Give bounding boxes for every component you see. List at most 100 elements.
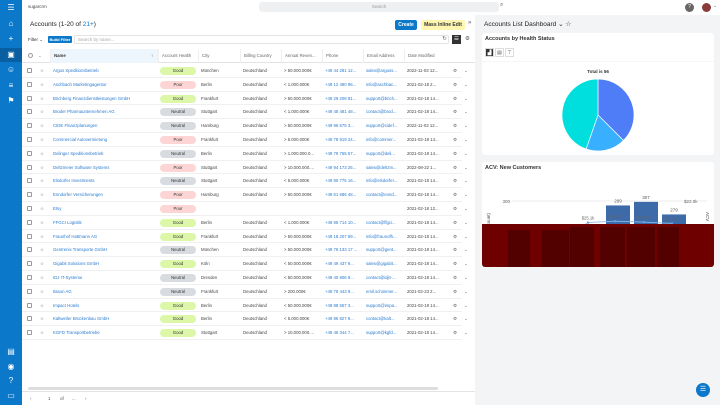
name-link[interactable]: IDJ IT-Systeme [53, 271, 158, 285]
star-icon[interactable]: ☆ [40, 312, 44, 326]
line-point[interactable] [613, 219, 617, 223]
name-link[interactable]: Broder Pharmaunternehmen AG [53, 105, 158, 119]
global-search-input[interactable]: Search [259, 2, 499, 12]
chevron-down-icon[interactable]: ⌄ [464, 174, 468, 188]
list-view-icon[interactable]: ☰ [452, 35, 461, 44]
row-checkbox[interactable] [27, 206, 32, 211]
email-link[interactable]: emil.schimmer... [366, 285, 404, 299]
table-row[interactable]: ☆ Kaltweiler Brückenbau GmbH Good Berlin Deu… [22, 312, 468, 327]
email-link[interactable]: contact@idjit-... [366, 271, 404, 285]
star-icon[interactable]: ☆ [40, 257, 44, 271]
column-header-annual-reven-[interactable]: Annual Reven... [281, 49, 322, 63]
avatar[interactable] [702, 3, 711, 12]
gear-icon[interactable]: ⚙ [453, 257, 457, 271]
star-icon[interactable]: ☆ [40, 174, 44, 188]
menu-icon[interactable]: ☰ [0, 1, 22, 15]
column-header-name[interactable]: Name [50, 49, 158, 63]
phone-link[interactable] [325, 202, 363, 216]
name-link[interactable]: Commercial Autovermietung [53, 133, 158, 147]
search-icon[interactable]: ⌕ [500, 2, 503, 9]
horizontal-scrollbar[interactable] [28, 387, 438, 390]
star-icon[interactable]: ☆ [40, 105, 44, 119]
email-link[interactable]: support@impa... [366, 299, 404, 313]
chevron-down-icon[interactable]: ⌄ [464, 271, 468, 285]
gear-icon[interactable]: ⚙ [453, 133, 457, 147]
star-icon[interactable]: ☆ [40, 243, 44, 257]
chevron-down-icon[interactable]: ⌄ [464, 285, 468, 299]
phone-link[interactable]: +49 88 557 3... [325, 299, 363, 313]
opportunities-icon[interactable]: ⚑ [0, 94, 22, 108]
star-icon[interactable]: ☆ [40, 188, 44, 202]
table-row[interactable]: ☆ IDJ IT-Systeme Neutral Dresden Deutschland… [22, 271, 468, 285]
chevron-down-icon[interactable]: ⌄ [713, 3, 717, 9]
chevron-down-icon[interactable]: ⌄ [464, 257, 468, 271]
column-header-email-address[interactable]: Email Address [363, 49, 404, 63]
gear-icon[interactable]: ⚙ [453, 299, 457, 313]
chevron-down-icon[interactable]: ⌄ [464, 243, 468, 257]
table-row[interactable]: ☆ Delinger Speditionsbetrieb Neutral Berlin… [22, 147, 468, 161]
row-checkbox[interactable] [27, 275, 32, 280]
chevron-down-icon[interactable]: ⌄ [464, 188, 468, 202]
table-row[interactable]: ☆ Elsdorfer Investments Neutral Stuttgart De… [22, 174, 468, 189]
name-link[interactable]: CIDE Finanzplanungen [53, 119, 158, 133]
gear-icon[interactable]: ⚙ [453, 105, 457, 119]
row-checkbox[interactable] [27, 137, 32, 142]
chevron-down-icon[interactable]: ⌄ [464, 133, 468, 147]
star-icon[interactable]: ☆ [40, 147, 44, 161]
documents-icon[interactable]: ▤ [0, 345, 22, 359]
chevron-down-icon[interactable]: ⌄ [464, 161, 468, 175]
gear-icon[interactable]: ⚙ [453, 312, 457, 326]
row-checkbox[interactable] [27, 81, 32, 87]
table-row[interactable]: ☆ Etsy Poor 2021-02-18 12... ⚙ ⌄ [22, 202, 468, 216]
row-checkbox[interactable] [27, 330, 32, 336]
table-row[interactable]: ☆ Impact Hotels Good Berlin Deutschland < 50.… [22, 299, 468, 313]
chevron-down-icon[interactable]: ⌄ [464, 92, 468, 106]
phone-link[interactable]: +49 45 481 48... [325, 105, 363, 119]
filter-dropdown[interactable]: Filter ⌄ [28, 37, 43, 43]
star-icon[interactable]: ☆ [40, 64, 44, 78]
name-link[interactable]: Gentrenix Transporte GmbH [53, 243, 158, 257]
gear-icon[interactable]: ⚙ [453, 188, 457, 202]
chevron-down-icon[interactable]: ⌄ [464, 119, 468, 133]
row-checkbox[interactable] [27, 150, 32, 156]
name-link[interactable]: Enndorfer Versicherungen [53, 188, 158, 202]
star-icon[interactable]: ☆ [40, 285, 44, 299]
gear-icon[interactable]: ⚙ [453, 161, 457, 175]
chevron-down-icon[interactable]: ⌄ [464, 78, 468, 92]
contacts-icon[interactable]: ☺ [0, 63, 22, 77]
create-button[interactable]: Create [395, 20, 417, 30]
column-header-account-health[interactable]: Account Health [158, 49, 198, 63]
row-checkbox[interactable] [27, 68, 32, 73]
table-row[interactable]: ☆ Aschbach Marketingagentur Poor Berlin Deut… [22, 78, 468, 92]
phone-link[interactable]: +49 96 675 3... [325, 119, 363, 133]
table-row[interactable]: ☆ Enndorfer Versicherungen Poor Hamburg Deut… [22, 188, 468, 202]
name-link[interactable]: Kaltweiler Brückenbau GmbH [53, 312, 158, 326]
phone-link[interactable]: +49 95 714 10... [325, 216, 363, 230]
name-link[interactable]: KGFD Transportbetriebe [53, 326, 158, 340]
gear-icon[interactable]: ⚙ [453, 326, 457, 340]
name-link[interactable]: Aschbach Marketingagentur [53, 78, 158, 92]
star-icon[interactable]: ☆ [40, 216, 44, 230]
name-link[interactable]: Fraunhof Hattmann AG [53, 230, 158, 244]
phone-link[interactable]: +49 46 344 7... [325, 326, 363, 340]
table-row[interactable]: ☆ Deltzmeier Software Systems Poor Stuttgar… [22, 161, 468, 175]
next-page-button[interactable]: › [85, 396, 87, 401]
row-checkbox[interactable] [27, 109, 32, 115]
phone-link[interactable]: +49 49 437 9... [325, 257, 363, 271]
count-link[interactable]: 21+ [83, 21, 94, 28]
star-icon[interactable]: ☆ [40, 119, 44, 133]
column-header-billing-country[interactable]: Billing Country [240, 49, 281, 63]
select-all-checkbox[interactable] [28, 53, 33, 58]
row-checkbox[interactable] [27, 164, 32, 170]
table-row[interactable]: ☆ KGFD Transportbetriebe Good Stuttgart Deut… [22, 326, 468, 340]
phone-link[interactable]: +49 80 775 16... [325, 174, 363, 188]
email-link[interactable]: contact@ennd... [366, 188, 404, 202]
collapse-icon[interactable]: » [468, 20, 471, 26]
email-link[interactable]: support@gent... [366, 243, 404, 257]
chevron-down-icon[interactable]: ⌄ [38, 49, 42, 63]
table-row[interactable]: ☆ Gentrenix Transporte GmbH Neutral München… [22, 243, 468, 258]
row-checkbox[interactable] [27, 302, 32, 308]
star-icon[interactable]: ☆ [40, 133, 44, 147]
gear-icon[interactable]: ⚙ [453, 119, 457, 133]
chevron-down-icon[interactable]: ⌄ [464, 326, 468, 340]
